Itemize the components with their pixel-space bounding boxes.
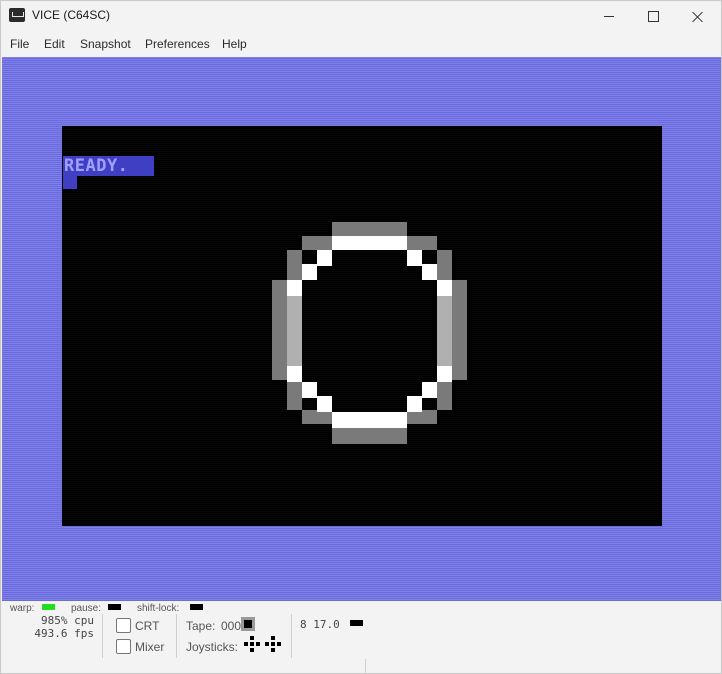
status-divider — [291, 614, 292, 658]
warp-indicator[interactable] — [42, 604, 55, 610]
status-bar: warp: pause: shift-lock: 985% cpu 493.6 … — [1, 601, 721, 673]
menu-snapshot[interactable]: Snapshot — [80, 37, 131, 51]
vice-window: VICE (C64SC) File Edit Snapshot Preferen… — [0, 0, 722, 674]
status-divider — [176, 614, 177, 658]
status-divider — [102, 614, 103, 658]
menu-help[interactable]: Help — [222, 37, 247, 51]
menu-bar: File Edit Snapshot Preferences Help — [1, 33, 721, 56]
shift-lock-indicator[interactable] — [190, 604, 203, 610]
vice-app-icon — [9, 8, 25, 22]
maximize-button[interactable] — [630, 1, 676, 32]
warp-label: warp: — [10, 603, 35, 614]
drive-led — [350, 620, 363, 626]
menu-preferences[interactable]: Preferences — [145, 37, 210, 51]
ring-graphic — [272, 222, 467, 444]
joystick-1-icon[interactable] — [244, 636, 260, 652]
minimize-icon — [604, 16, 614, 17]
pause-label: pause: — [71, 603, 102, 614]
c64-screen[interactable]: READY. — [62, 126, 662, 526]
close-icon — [692, 11, 704, 23]
menu-edit[interactable]: Edit — [44, 37, 65, 51]
menu-file[interactable]: File — [10, 37, 29, 51]
minimize-button[interactable] — [586, 1, 632, 32]
mixer-checkbox[interactable] — [116, 639, 131, 654]
close-button[interactable] — [675, 1, 721, 32]
joystick-2-icon[interactable] — [265, 636, 281, 652]
cpu-usage: 985% cpu — [41, 614, 94, 627]
maximize-icon — [647, 11, 659, 22]
joysticks-label: Joysticks: — [186, 640, 239, 654]
pause-indicator[interactable] — [108, 604, 121, 610]
shift-lock-label: shift-lock: — [137, 603, 180, 614]
crt-checkbox[interactable] — [116, 618, 131, 633]
title-bar[interactable]: VICE (C64SC) — [1, 1, 721, 32]
fps-readout: 493.6 fps — [34, 627, 94, 640]
drive-status: 8 17.0 — [300, 618, 340, 631]
window-title: VICE (C64SC) — [32, 8, 111, 22]
tape-label: Tape: — [186, 619, 216, 633]
crt-label: CRT — [135, 619, 160, 633]
emulator-display[interactable]: READY. — [2, 57, 721, 601]
mixer-label: Mixer — [135, 640, 165, 654]
status-divider — [365, 659, 366, 673]
tape-counter: 000 — [221, 619, 242, 633]
tape-control-icon[interactable] — [241, 617, 255, 631]
